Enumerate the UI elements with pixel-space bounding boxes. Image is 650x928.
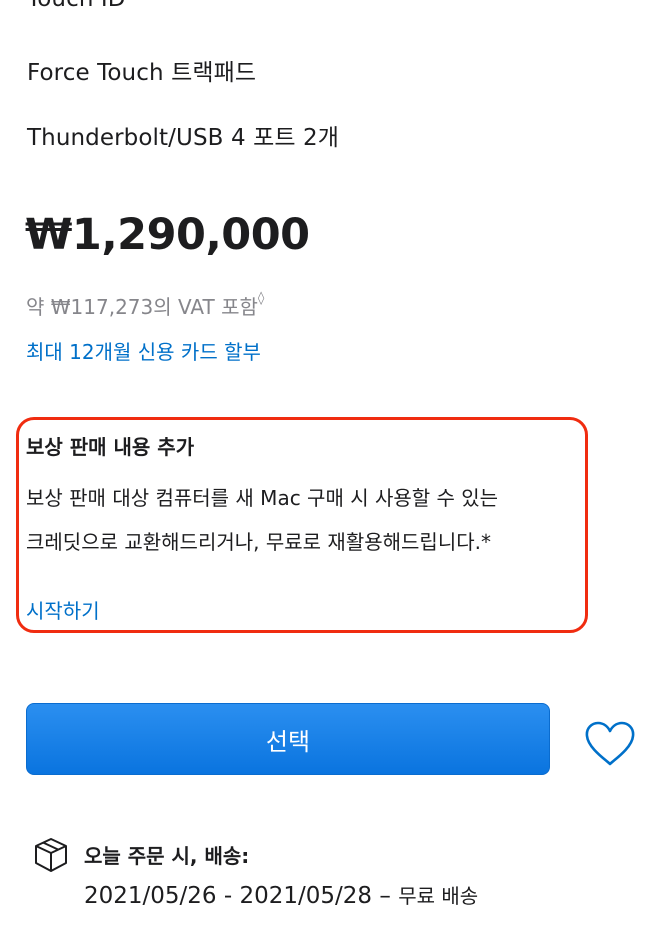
- free-shipping-label: 무료 배송: [398, 884, 479, 908]
- heart-outline-icon: [585, 721, 635, 766]
- spec-trackpad: Force Touch 트랙패드: [27, 60, 257, 86]
- delivery-label: 오늘 주문 시, 배송:: [84, 844, 250, 868]
- spec-touch-id: Touch ID: [27, 0, 126, 12]
- installment-link[interactable]: 최대 12개월 신용 카드 할부: [26, 336, 261, 365]
- vat-note-text: 약 ₩117,273의 VAT 포함: [26, 295, 258, 319]
- trade-in-description: 보상 판매 대상 컴퓨터를 새 Mac 구매 시 사용할 수 있는 크레딧으로 …: [26, 476, 574, 564]
- vat-note: 약 ₩117,273의 VAT 포함◊: [26, 291, 264, 320]
- trade-in-title: 보상 판매 내용 추가: [26, 435, 195, 459]
- product-price: ₩1,290,000: [25, 210, 310, 260]
- trade-in-description-line-2: 크레딧으로 교환해드리거나, 무료로 재활용해드립니다.*: [26, 530, 491, 554]
- favorite-heart-icon[interactable]: [584, 720, 636, 768]
- delivery-separator: –: [372, 883, 399, 909]
- trade-in-description-line-1: 보상 판매 대상 컴퓨터를 새 Mac 구매 시 사용할 수 있는: [26, 486, 499, 510]
- box-icon: [32, 836, 70, 874]
- select-button-label: 선택: [265, 727, 311, 756]
- select-button[interactable]: 선택: [26, 703, 550, 775]
- delivery-date-range: 2021/05/26 - 2021/05/28: [84, 883, 373, 909]
- trade-in-start-link[interactable]: 시작하기: [26, 595, 100, 624]
- delivery-dates: 2021/05/26 - 2021/05/28 – 무료 배송: [84, 880, 478, 909]
- vat-footnote-mark: ◊: [257, 291, 265, 306]
- spec-ports: Thunderbolt/USB 4 포트 2개: [27, 125, 340, 151]
